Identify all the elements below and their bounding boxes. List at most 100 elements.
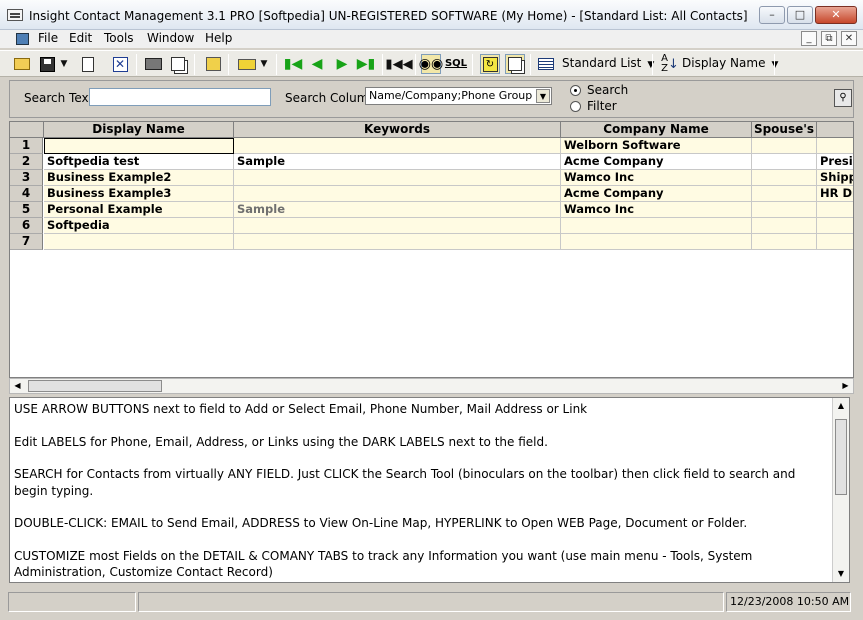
child-restore-button[interactable]: ⧉ (821, 31, 837, 46)
cell-keywords[interactable] (234, 170, 561, 186)
next-record-button[interactable]: ▶ (332, 54, 352, 74)
filter-radio[interactable] (570, 101, 581, 112)
edit-icon (205, 57, 221, 71)
cell-extra[interactable] (817, 138, 853, 154)
save-dropdown-button[interactable]: ▼ (58, 54, 70, 74)
status-bar: 12/23/2008 10:50 AM (0, 590, 863, 620)
menu-file[interactable]: File (38, 31, 58, 45)
row-header[interactable]: 3 (10, 170, 43, 186)
column-header-spouse[interactable]: Spouse's (752, 122, 817, 138)
cell-display-name[interactable] (44, 234, 234, 250)
clear-search-button[interactable]: ⚲ (834, 89, 852, 107)
cell-spouse[interactable] (752, 154, 817, 170)
cell-spouse[interactable] (752, 218, 817, 234)
cell-company-name[interactable] (561, 218, 752, 234)
card-dropdown-button[interactable]: ▼ (258, 54, 270, 74)
tips-textarea[interactable]: USE ARROW BUTTONS next to field to Add o… (9, 397, 850, 583)
menu-edit[interactable]: Edit (69, 31, 92, 45)
cell-extra[interactable]: HR Di (817, 186, 853, 202)
sort-dropdown[interactable]: Display Name▼ (682, 56, 778, 70)
print-button[interactable] (143, 54, 163, 74)
cell-spouse[interactable] (752, 234, 817, 250)
cell-company-name[interactable] (561, 234, 752, 250)
cell-extra[interactable] (817, 218, 853, 234)
sql-button[interactable]: SQL (445, 54, 467, 74)
menu-window[interactable]: Window (147, 31, 194, 45)
cell-spouse[interactable] (752, 186, 817, 202)
child-close-button[interactable]: ✕ (841, 31, 857, 46)
cell-keywords[interactable] (234, 218, 561, 234)
save-button[interactable] (37, 54, 57, 74)
cell-keywords[interactable] (234, 186, 561, 202)
previous-record-button[interactable]: ◀ (307, 54, 327, 74)
cell-display-name[interactable]: Softpedia (44, 218, 234, 234)
menu-help[interactable]: Help (205, 31, 232, 45)
cell-company-name[interactable]: Welborn Software (561, 138, 752, 154)
search-radio[interactable] (570, 85, 581, 96)
menu-tools[interactable]: Tools (104, 31, 134, 45)
scroll-thumb[interactable] (28, 380, 162, 392)
row-header[interactable]: 5 (10, 202, 43, 218)
new-contact-button[interactable] (78, 54, 98, 74)
column-header-company-name[interactable]: Company Name (561, 122, 752, 138)
row-header[interactable]: 7 (10, 234, 43, 250)
cell-display-name[interactable]: Business Example3 (44, 186, 234, 202)
copy-button[interactable] (168, 54, 188, 74)
search-tool-button[interactable]: ◉◉ (419, 54, 443, 74)
list-view-button[interactable] (536, 54, 556, 74)
go-start-button[interactable]: ▮◀◀ (385, 54, 412, 74)
cell-extra[interactable] (817, 234, 853, 250)
cell-company-name[interactable]: Acme Company (561, 186, 752, 202)
cell-display-name[interactable]: Personal Example (44, 202, 234, 218)
edit-button[interactable] (203, 54, 223, 74)
row-header[interactable]: 2 (10, 154, 43, 170)
cell-extra[interactable]: Presid (817, 154, 853, 170)
last-record-button[interactable]: ▶▮ (356, 54, 376, 74)
column-header-extra[interactable] (817, 122, 853, 138)
column-header-display-name[interactable]: Display Name (44, 122, 234, 138)
duplicate-button[interactable] (505, 54, 525, 74)
cell-spouse[interactable] (752, 202, 817, 218)
row-header[interactable]: 4 (10, 186, 43, 202)
scroll-right-icon[interactable]: ▶ (838, 379, 853, 393)
search-text-input[interactable] (89, 88, 271, 106)
cell-extra[interactable] (817, 202, 853, 218)
row-header[interactable]: 6 (10, 218, 43, 234)
view-dropdown[interactable]: Standard List ▼ (562, 56, 654, 70)
app-icon[interactable] (7, 9, 23, 21)
scroll-thumb[interactable] (835, 419, 847, 495)
refresh-button[interactable]: ↻ (480, 54, 500, 74)
maximize-button[interactable]: □ (787, 6, 813, 24)
scroll-left-icon[interactable]: ◀ (10, 379, 25, 393)
row-header[interactable]: 1 (10, 138, 43, 154)
delete-button[interactable]: ✕ (110, 54, 130, 74)
cell-keywords[interactable] (234, 234, 561, 250)
document-icon[interactable] (16, 33, 29, 45)
child-minimize-button[interactable]: _ (801, 31, 817, 46)
cell-display-name[interactable]: Softpedia test (44, 154, 234, 170)
cell-keywords[interactable]: Sample (234, 202, 561, 218)
close-button[interactable]: ✕ (815, 6, 857, 24)
cell-company-name[interactable]: Acme Company (561, 154, 752, 170)
tips-vertical-scrollbar[interactable]: ▲ ▼ (832, 398, 849, 582)
column-header-keywords[interactable]: Keywords (234, 122, 561, 138)
sort-button[interactable]: A Z ↓ (660, 54, 680, 74)
cell-extra[interactable]: Shipp (817, 170, 853, 186)
scroll-up-icon[interactable]: ▲ (833, 398, 849, 414)
scroll-down-icon[interactable]: ▼ (833, 566, 849, 582)
grid-horizontal-scrollbar[interactable]: ◀ ▶ (9, 378, 854, 394)
cell-display-name[interactable]: Business Example2 (44, 170, 234, 186)
first-record-button[interactable]: ▮◀ (283, 54, 303, 74)
cell-keywords[interactable] (234, 138, 561, 154)
minimize-button[interactable]: – (759, 6, 785, 24)
card-button[interactable] (236, 54, 258, 74)
cell-display-name[interactable] (44, 138, 234, 154)
cell-spouse[interactable] (752, 138, 817, 154)
cell-keywords[interactable]: Sample (234, 154, 561, 170)
cell-spouse[interactable] (752, 170, 817, 186)
search-column-select[interactable]: Name/Company;Phone Group ▼ (365, 87, 552, 105)
cell-company-name[interactable]: Wamco Inc (561, 202, 752, 218)
open-button[interactable] (12, 54, 32, 74)
contacts-grid[interactable]: Display Name Keywords Company Name Spous… (9, 121, 854, 378)
cell-company-name[interactable]: Wamco Inc (561, 170, 752, 186)
